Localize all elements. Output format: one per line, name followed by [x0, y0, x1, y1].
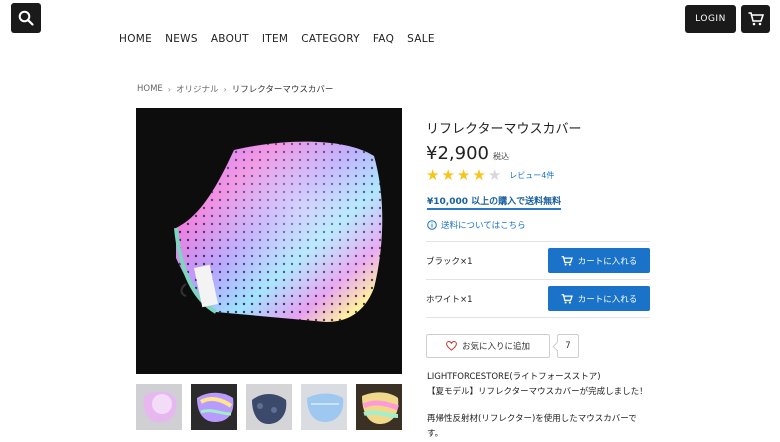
- variant-row: ブラック×1 カートに入れる: [426, 241, 650, 279]
- add-to-favorites-button[interactable]: お気に入りに追加: [426, 334, 550, 358]
- product-description: LIGHTFORCESTORE(ライトフォースストア) 【夏モデル】リフレクター…: [427, 370, 648, 442]
- thumbnail-3[interactable]: [246, 384, 292, 430]
- thumbnail-1[interactable]: [136, 384, 182, 430]
- thumbnail-4[interactable]: [301, 384, 347, 430]
- cart-icon: [561, 293, 573, 304]
- variant-label: ホワイト×1: [426, 294, 473, 305]
- chevron-right-icon: ›: [167, 84, 171, 94]
- star-icon: ★: [426, 166, 440, 184]
- breadcrumb-current: リフレクターマウスカバー: [231, 85, 334, 95]
- variant-label: ブラック×1: [426, 256, 473, 267]
- nav-faq[interactable]: FAQ: [373, 33, 394, 45]
- main-nav: HOME NEWS ABOUT ITEM CATEGORY FAQ SALE: [119, 33, 435, 45]
- product-title: リフレクターマウスカバー: [426, 122, 582, 137]
- description-line: 【夏モデル】リフレクターマウスカバーが完成しました！: [427, 387, 648, 397]
- price-value: ¥2,900: [426, 143, 489, 164]
- nav-about[interactable]: ABOUT: [211, 33, 249, 45]
- nav-item[interactable]: ITEM: [262, 33, 288, 45]
- heart-icon: [446, 341, 457, 351]
- shipping-info-link[interactable]: 送料についてはこちら: [427, 219, 526, 231]
- breadcrumb-category[interactable]: オリジナル: [176, 83, 219, 95]
- cart-icon: [748, 12, 764, 26]
- add-to-cart-label: カートに入れる: [577, 294, 638, 305]
- free-shipping-notice: ¥10,000 以上の購入で送料無料: [427, 194, 562, 210]
- star-icon: ★: [441, 166, 455, 184]
- add-to-cart-button[interactable]: カートに入れる: [548, 286, 650, 311]
- rating: ★ ★ ★ ★ ★ レビュー4件: [426, 168, 554, 183]
- description-line: LIGHTFORCESTORE(ライトフォースストア): [427, 372, 601, 382]
- description-line: す。: [427, 429, 444, 439]
- star-icon: ★: [487, 166, 502, 184]
- star-icon: ★: [456, 166, 471, 184]
- review-link[interactable]: レビュー4件: [509, 170, 554, 181]
- star-icon: ★: [472, 166, 486, 184]
- tax-label: 税込: [492, 152, 509, 161]
- search-button[interactable]: [11, 3, 41, 33]
- login-button[interactable]: LOGIN: [685, 5, 736, 33]
- nav-sale[interactable]: SALE: [407, 33, 435, 45]
- product-main-image[interactable]: [136, 108, 402, 374]
- cart-button[interactable]: [741, 5, 770, 33]
- variant-row: ホワイト×1 カートに入れる: [426, 279, 650, 318]
- breadcrumb: HOME › オリジナル › リフレクターマウスカバー: [137, 83, 333, 95]
- description-line: 再帰性反射材(リフレクター)を使用したマウスカバーで: [427, 414, 637, 424]
- thumbnail-2[interactable]: [191, 384, 237, 430]
- info-icon: [427, 220, 437, 230]
- nav-news[interactable]: NEWS: [165, 33, 198, 45]
- thumbnail-5[interactable]: [356, 384, 402, 430]
- nav-home[interactable]: HOME: [119, 33, 152, 45]
- variant-list: ブラック×1 カートに入れる ホワイト×1 カートに入れる: [426, 241, 650, 318]
- nav-category[interactable]: CATEGORY: [301, 33, 360, 45]
- add-to-cart-button[interactable]: カートに入れる: [548, 248, 650, 273]
- shipping-info-label: 送料についてはこちら: [441, 221, 526, 231]
- breadcrumb-home[interactable]: HOME: [137, 84, 163, 94]
- add-to-cart-label: カートに入れる: [577, 256, 638, 267]
- cart-icon: [561, 255, 573, 266]
- favorite-label: お気に入りに追加: [461, 342, 530, 352]
- favorite-count: 7: [557, 334, 579, 358]
- product-price: ¥2,900 税込: [426, 143, 509, 164]
- thumbnail-strip: [136, 384, 402, 430]
- search-icon: [18, 10, 34, 26]
- chevron-right-icon: ›: [223, 84, 227, 94]
